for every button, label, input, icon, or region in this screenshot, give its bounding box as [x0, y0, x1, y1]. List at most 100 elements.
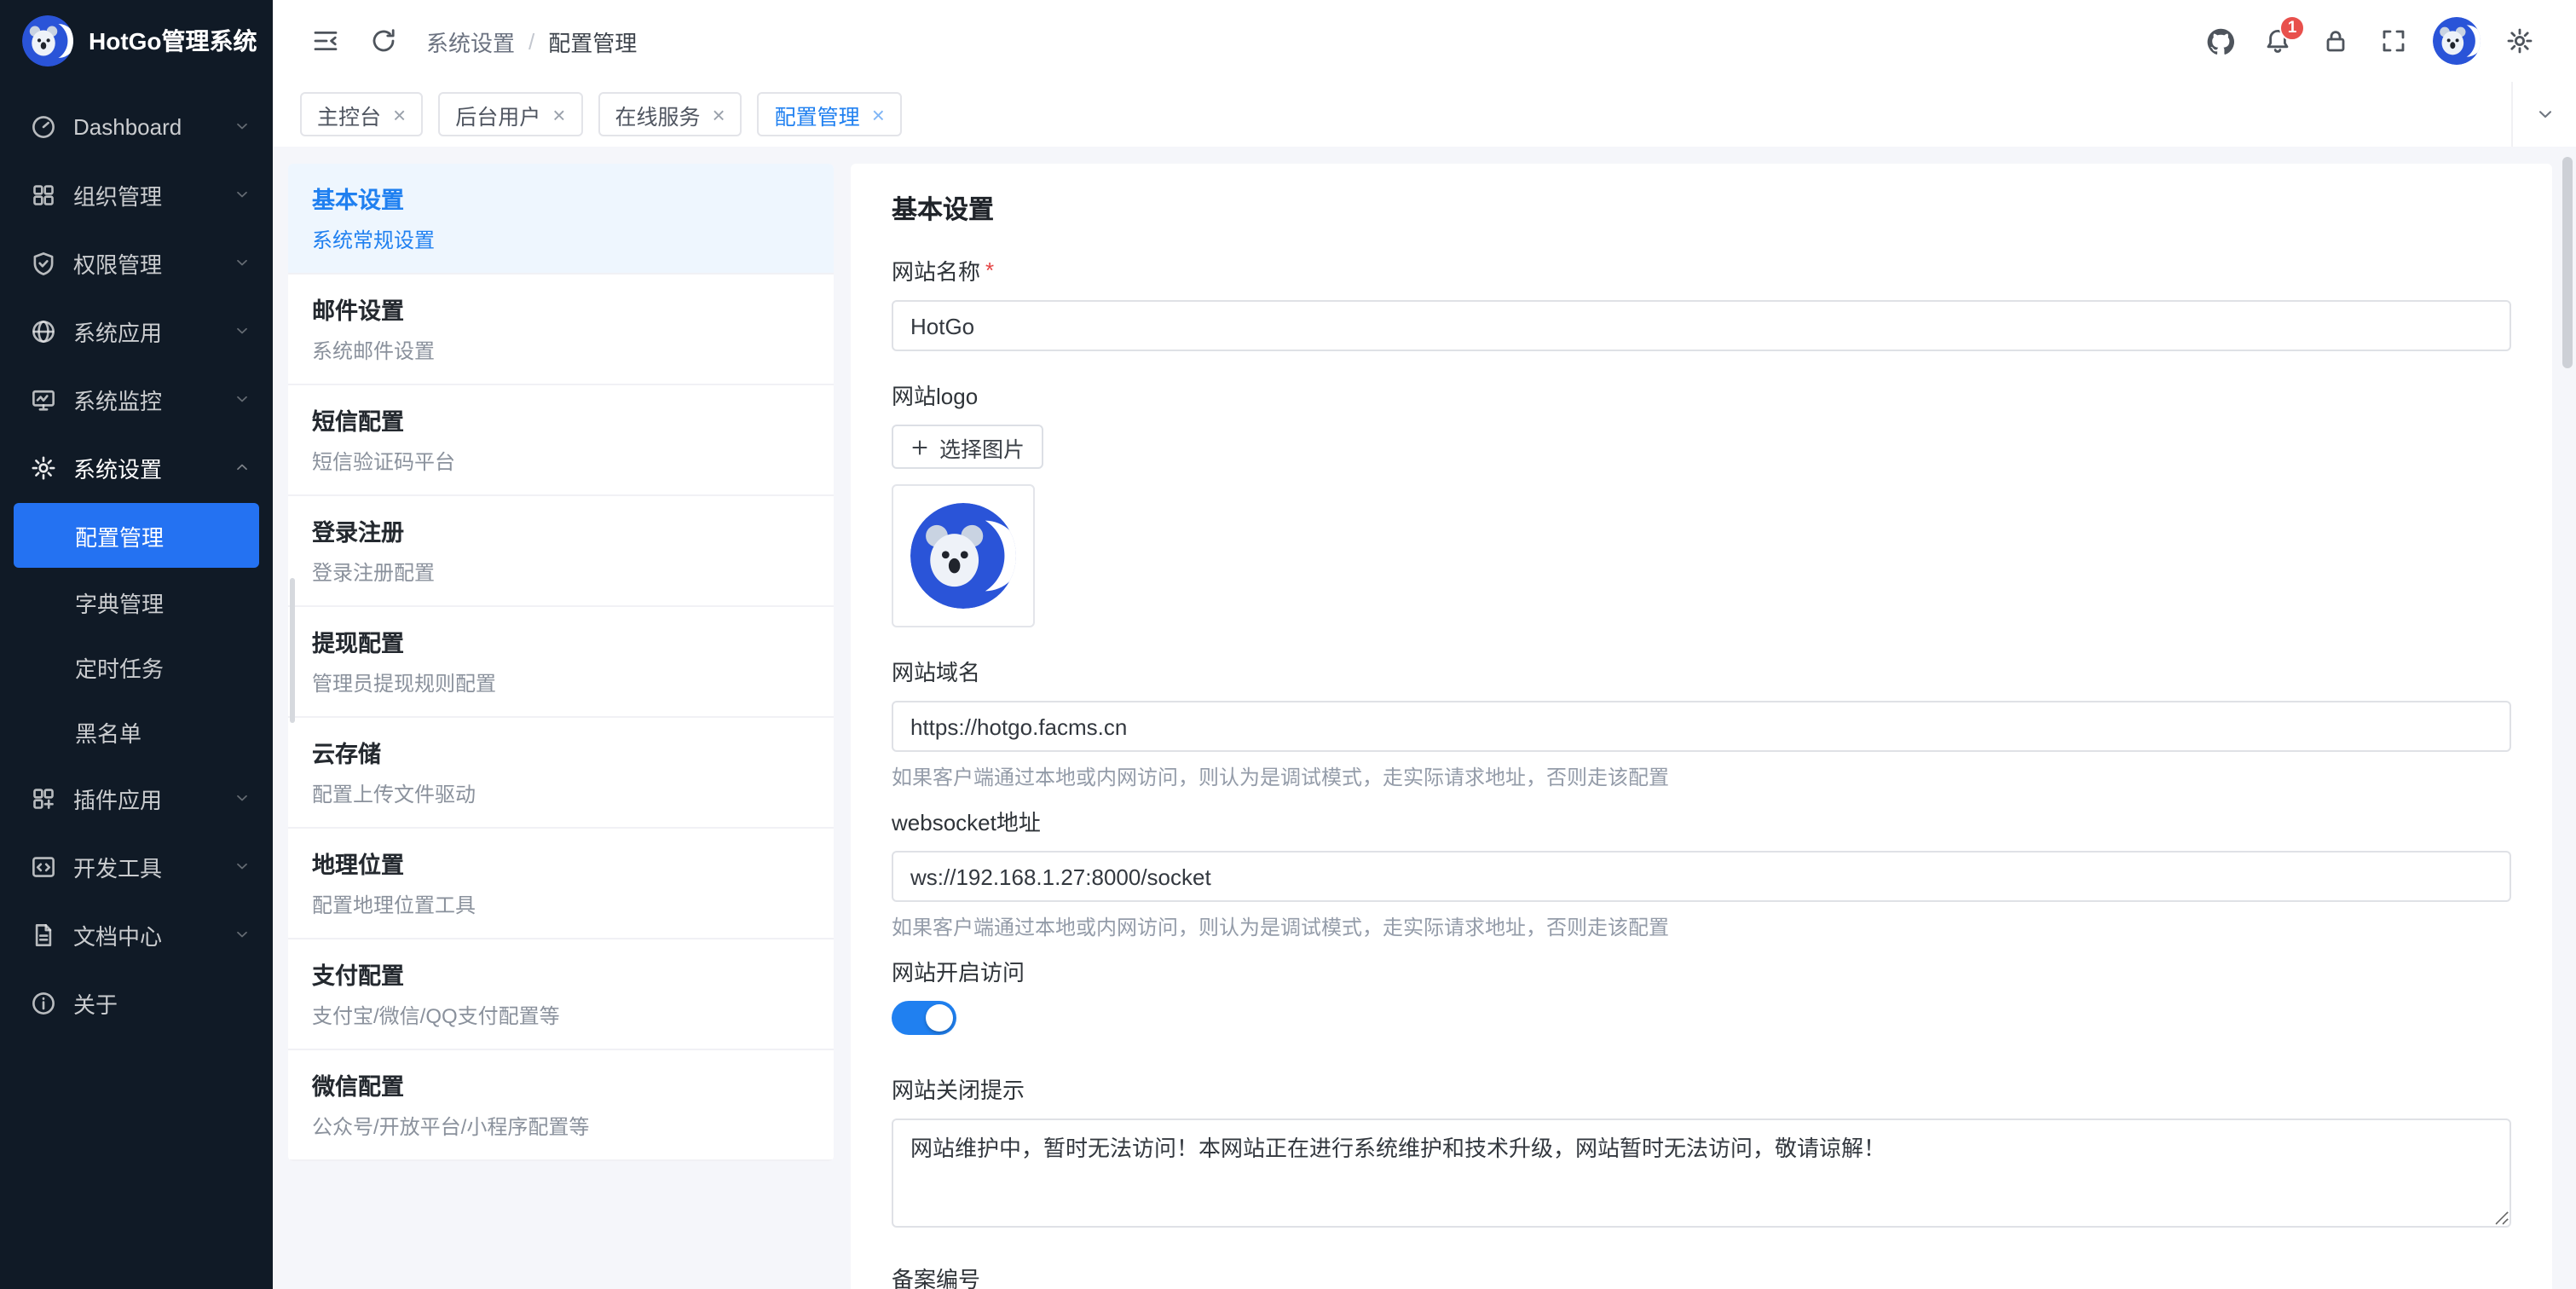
notifications-bell-icon[interactable]: 1 [2249, 12, 2307, 70]
nav-item-subtitle: 短信验证码平台 [312, 447, 810, 476]
koala-logo-icon [22, 15, 73, 66]
sidebar-item-plugins[interactable]: 插件应用 [0, 764, 273, 832]
chevron-down-icon [234, 186, 251, 203]
tab-online-service[interactable]: 在线服务 × [598, 92, 742, 136]
chevron-up-icon [234, 459, 251, 476]
nav-item-subtitle: 配置上传文件驱动 [312, 779, 810, 808]
site-domain-hint: 如果客户端通过本地或内网访问，则认为是调试模式，走实际请求地址，否则走该配置 [892, 762, 2511, 791]
icp-label: 备案编号 [892, 1262, 2511, 1289]
site-name-input[interactable] [892, 300, 2511, 351]
main-area: 系统设置 / 配置管理 1 [273, 0, 2576, 1289]
main-scrollbar-thumb[interactable] [2562, 157, 2573, 368]
settings-gear-icon[interactable] [2491, 12, 2549, 70]
sidebar-item-label: 关于 [73, 986, 251, 1019]
site-open-toggle[interactable] [892, 1001, 956, 1035]
sidebar-item-system-app[interactable]: 系统应用 [0, 297, 273, 365]
nav-item-title: 微信配置 [312, 1067, 810, 1101]
settings-nav-item-basic[interactable]: 基本设置 系统常规设置 [288, 164, 834, 275]
sidebar-item-permission[interactable]: 权限管理 [0, 228, 273, 297]
tab-options-chevron-down-icon[interactable] [2511, 82, 2576, 147]
sidebar-item-blacklist[interactable]: 黑名单 [0, 699, 273, 764]
app-window: HotGo管理系统 Dashboard 组织管理 权限管理 系统应用 [0, 0, 2576, 1289]
nav-item-title: 短信配置 [312, 402, 810, 436]
nav-item-title: 提现配置 [312, 624, 810, 658]
websocket-label: websocket地址 [892, 805, 2511, 837]
sidebar-item-label: 组织管理 [73, 178, 217, 211]
sidebar-item-label: 定时任务 [75, 650, 251, 683]
close-tip-textarea[interactable]: 网站维护中，暂时无法访问！本网站正在进行系统维护和技术升级，网站暂时无法访问，敬… [892, 1118, 2511, 1228]
nav-item-subtitle: 管理员提现规则配置 [312, 668, 810, 697]
sidebar-item-system-settings[interactable]: 系统设置 [0, 433, 273, 501]
site-domain-input[interactable] [892, 701, 2511, 752]
nav-item-subtitle: 登录注册配置 [312, 558, 810, 587]
settings-nav: 基本设置 系统常规设置 邮件设置 系统邮件设置 短信配置 短信验证码平台 登录注… [288, 164, 834, 1161]
app-title: HotGo管理系统 [89, 24, 257, 58]
close-icon[interactable]: × [552, 103, 565, 125]
fullscreen-icon[interactable] [2365, 12, 2423, 70]
close-tip-label: 网站关闭提示 [892, 1072, 2511, 1105]
sidebar-item-dashboard[interactable]: Dashboard [0, 92, 273, 160]
sidebar-item-label: 系统设置 [73, 451, 217, 483]
breadcrumb: 系统设置 / 配置管理 [426, 25, 637, 57]
info-icon [31, 990, 56, 1015]
settings-nav-item-withdraw[interactable]: 提现配置 管理员提现规则配置 [288, 607, 834, 718]
refresh-icon[interactable] [355, 12, 413, 70]
sidebar-item-about[interactable]: 关于 [0, 968, 273, 1037]
site-name-label: 网站名称 * [892, 254, 2511, 286]
sidebar-item-system-monitor[interactable]: 系统监控 [0, 365, 273, 433]
tab-admin-users[interactable]: 后台用户 × [438, 92, 582, 136]
collapse-menu-icon[interactable] [297, 12, 355, 70]
choose-image-button[interactable]: 选择图片 [892, 425, 1043, 469]
org-grid-icon [31, 182, 56, 207]
sidebar-item-docs-center[interactable]: 文档中心 [0, 900, 273, 968]
nav-item-subtitle: 配置地理位置工具 [312, 890, 810, 919]
page-title: 基本设置 [892, 191, 2511, 227]
sidebar-item-dev-tools[interactable]: 开发工具 [0, 832, 273, 900]
close-icon[interactable]: × [872, 103, 885, 125]
tab-label: 在线服务 [615, 98, 700, 130]
close-icon[interactable]: × [393, 103, 406, 125]
nav-item-title: 登录注册 [312, 513, 810, 547]
settings-nav-item-wechat[interactable]: 微信配置 公众号/开放平台/小程序配置等 [288, 1050, 834, 1161]
settings-nav-item-sms[interactable]: 短信配置 短信验证码平台 [288, 385, 834, 496]
nav-item-title: 邮件设置 [312, 292, 810, 326]
sidebar-item-label: 插件应用 [73, 782, 217, 814]
basic-settings-form: 基本设置 网站名称 * 网站logo 选择图片 网站域名 如果客户端通过本地或内… [851, 164, 2552, 1289]
sidebar-item-organization[interactable]: 组织管理 [0, 160, 273, 228]
tab-console[interactable]: 主控台 × [300, 92, 423, 136]
chevron-down-icon [234, 789, 251, 806]
sidebar-item-dict-management[interactable]: 字典管理 [0, 569, 273, 634]
settings-nav-item-geo[interactable]: 地理位置 配置地理位置工具 [288, 829, 834, 939]
site-domain-label: 网站域名 [892, 655, 2511, 687]
sidebar-item-cron-tasks[interactable]: 定时任务 [0, 634, 273, 699]
site-logo-thumbnail [892, 484, 1035, 627]
nav-item-title: 地理位置 [312, 846, 810, 880]
close-icon[interactable]: × [712, 103, 725, 125]
sidebar-item-config-management[interactable]: 配置管理 [14, 503, 259, 568]
toggle-knob [926, 1004, 953, 1032]
breadcrumb-current: 配置管理 [548, 25, 637, 57]
sidebar-item-label: 文档中心 [73, 918, 217, 951]
settings-nav-item-login-register[interactable]: 登录注册 登录注册配置 [288, 496, 834, 607]
tab-config-management[interactable]: 配置管理 × [758, 92, 902, 136]
websocket-hint: 如果客户端通过本地或内网访问，则认为是调试模式，走实际请求地址，否则走该配置 [892, 912, 2511, 941]
nav-item-subtitle: 系统常规设置 [312, 225, 810, 254]
user-avatar[interactable] [2433, 17, 2481, 65]
breadcrumb-parent[interactable]: 系统设置 [426, 25, 515, 57]
sidebar-item-label: 系统监控 [73, 383, 217, 415]
nav-item-title: 基本设置 [312, 181, 810, 215]
tab-label: 配置管理 [775, 98, 860, 130]
github-icon[interactable] [2191, 12, 2249, 70]
settings-nav-item-payment[interactable]: 支付配置 支付宝/微信/QQ支付配置等 [288, 939, 834, 1050]
settings-nav-item-email[interactable]: 邮件设置 系统邮件设置 [288, 275, 834, 385]
settings-nav-scrollbar[interactable] [290, 578, 295, 723]
koala-logo-image [910, 503, 1016, 609]
notification-badge: 1 [2279, 15, 2305, 41]
content-area: 基本设置 系统常规设置 邮件设置 系统邮件设置 短信配置 短信验证码平台 登录注… [273, 147, 2576, 1289]
app-logo[interactable]: HotGo管理系统 [0, 0, 273, 82]
websocket-input[interactable] [892, 851, 2511, 902]
lock-screen-icon[interactable] [2307, 12, 2365, 70]
sidebar-item-label: 配置管理 [75, 519, 237, 552]
tab-bar: 主控台 × 后台用户 × 在线服务 × 配置管理 × [273, 82, 2576, 147]
settings-nav-item-cloud-storage[interactable]: 云存储 配置上传文件驱动 [288, 718, 834, 829]
